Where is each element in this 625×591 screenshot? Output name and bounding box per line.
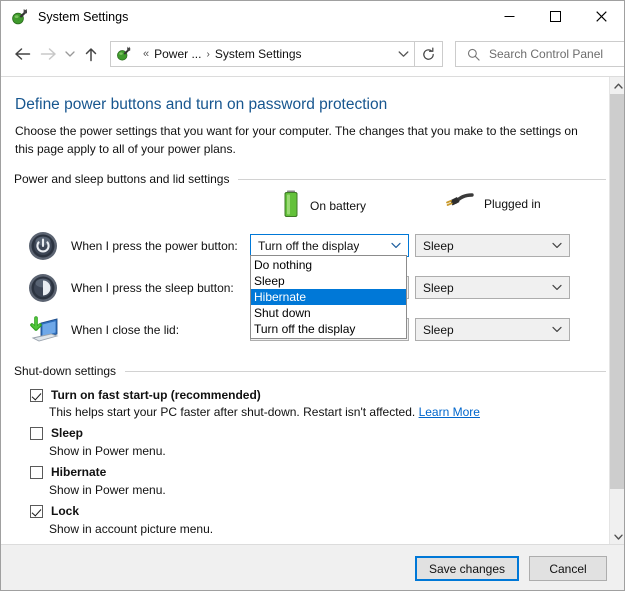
dropdown-option[interactable]: Turn off the display: [251, 321, 406, 337]
combo-power-button-on-battery[interactable]: Turn off the display: [250, 234, 409, 257]
scrollbar-thumb[interactable]: [610, 94, 624, 489]
shutdown-section-heading: Shut-down settings: [14, 364, 606, 378]
navigation-bar: « Power ... › System Settings Search Con…: [1, 32, 624, 76]
chevron-down-icon: [391, 235, 401, 256]
checkbox-fast-startup[interactable]: [30, 389, 43, 402]
breadcrumb-item-power[interactable]: Power ...: [154, 47, 201, 61]
dropdown-option[interactable]: Sleep: [251, 273, 406, 289]
combo-sleep-button-plugged-in-value: Sleep: [423, 280, 454, 295]
page-title: Define power buttons and turn on passwor…: [15, 96, 388, 113]
column-header-plugged-in-label: Plugged in: [484, 196, 541, 211]
window-title: System Settings: [38, 9, 129, 24]
shutdown-section-heading-text: Shut-down settings: [14, 364, 117, 378]
forward-arrow-icon: [35, 41, 61, 67]
scroll-up-chevron-up-icon[interactable]: [610, 77, 624, 94]
combo-close-lid-plugged-in-value: Sleep: [423, 322, 454, 337]
title-bar: System Settings: [1, 1, 624, 32]
power-plug-icon: [11, 8, 29, 26]
checkbox-row-fast-startup[interactable]: Turn on fast start-up (recommended): [30, 388, 261, 402]
address-chevron-down-icon[interactable]: [392, 42, 414, 66]
scroll-down-chevron-down-icon[interactable]: [610, 528, 624, 545]
checkbox-row-lock[interactable]: Lock: [30, 504, 79, 518]
dropdown-option-highlighted[interactable]: Hibernate: [251, 289, 406, 305]
page-description: Choose the power settings that you want …: [15, 124, 578, 156]
address-bar[interactable]: « Power ... › System Settings: [110, 41, 415, 67]
dropdown-option[interactable]: Do nothing: [251, 257, 406, 273]
column-header-on-battery: On battery: [281, 189, 366, 222]
combo-power-button-plugged-in[interactable]: Sleep: [415, 234, 570, 257]
checkbox-fast-startup-label: Turn on fast start-up (recommended): [51, 388, 261, 402]
chevron-down-icon: [552, 319, 562, 340]
checkbox-hibernate[interactable]: [30, 466, 43, 479]
search-placeholder: Search Control Panel: [489, 47, 604, 61]
setting-row-power-button-label: When I press the power button:: [71, 239, 238, 253]
cancel-button[interactable]: Cancel: [529, 556, 607, 581]
maximize-button[interactable]: [532, 1, 578, 32]
close-button[interactable]: [578, 1, 624, 32]
minimize-button[interactable]: [486, 1, 532, 32]
checkbox-fast-startup-description: This helps start your PC faster after sh…: [49, 405, 480, 419]
back-arrow-icon[interactable]: [9, 41, 35, 67]
window-controls: [486, 1, 624, 32]
setting-row-sleep-button-label: When I press the sleep button:: [71, 281, 234, 295]
power-plug-icon: [445, 189, 475, 218]
battery-icon: [281, 189, 301, 222]
divider: [238, 178, 606, 180]
content-pane: Define power buttons and turn on passwor…: [1, 76, 624, 545]
learn-more-link[interactable]: Learn More: [419, 405, 480, 419]
breadcrumb-overflow[interactable]: «: [143, 48, 149, 60]
checkbox-lock[interactable]: [30, 505, 43, 518]
dropdown-list-power-button-on-battery[interactable]: Do nothing Sleep Hibernate Shut down Tur…: [250, 255, 407, 339]
search-input[interactable]: Search Control Panel: [455, 41, 624, 67]
checkbox-lock-description: Show in account picture menu.: [49, 522, 214, 536]
combo-power-button-plugged-in-value: Sleep: [423, 238, 454, 253]
combo-sleep-button-plugged-in[interactable]: Sleep: [415, 276, 570, 299]
power-section-heading: Power and sleep buttons and lid settings: [14, 172, 606, 186]
power-section-heading-text: Power and sleep buttons and lid settings: [14, 172, 230, 186]
checkbox-sleep-label: Sleep: [51, 426, 84, 440]
vertical-scrollbar[interactable]: [609, 77, 624, 545]
breadcrumb: « Power ... › System Settings: [138, 47, 392, 61]
breadcrumb-item-system-settings[interactable]: System Settings: [215, 47, 302, 61]
checkbox-row-sleep[interactable]: Sleep: [30, 426, 83, 440]
checkbox-hibernate-description: Show in Power menu.: [49, 483, 166, 497]
address-power-plug-icon: [116, 46, 132, 62]
sleep-button-icon: [27, 272, 59, 304]
checkbox-sleep-description: Show in Power menu.: [49, 444, 166, 458]
system-settings-window: System Settings « Power ... › System Set…: [0, 0, 625, 591]
checkbox-lock-label: Lock: [51, 504, 80, 518]
up-arrow-icon[interactable]: [78, 41, 104, 67]
checkbox-sleep[interactable]: [30, 427, 43, 440]
refresh-icon[interactable]: [415, 41, 443, 67]
divider: [125, 370, 606, 372]
setting-row-close-lid-label: When I close the lid:: [71, 323, 180, 337]
combo-power-button-on-battery-value: Turn off the display: [258, 238, 360, 253]
chevron-down-icon: [552, 235, 562, 256]
checkbox-hibernate-label: Hibernate: [51, 465, 107, 479]
chevron-down-icon: [552, 277, 562, 298]
fast-startup-sub-text: This helps start your PC faster after sh…: [49, 405, 416, 419]
checkbox-row-hibernate[interactable]: Hibernate: [30, 465, 106, 479]
search-icon: [467, 48, 480, 61]
footer-bar: Save changes Cancel: [1, 544, 624, 590]
dropdown-option[interactable]: Shut down: [251, 305, 406, 321]
column-header-on-battery-label: On battery: [310, 198, 367, 213]
close-lid-icon: [27, 314, 59, 346]
recent-locations-chevron-down-icon[interactable]: [61, 41, 78, 67]
column-header-plugged-in: Plugged in: [445, 189, 541, 218]
save-changes-button[interactable]: Save changes: [415, 556, 519, 581]
breadcrumb-separator: ›: [206, 48, 210, 60]
power-button-icon: [27, 230, 59, 262]
combo-close-lid-plugged-in[interactable]: Sleep: [415, 318, 570, 341]
